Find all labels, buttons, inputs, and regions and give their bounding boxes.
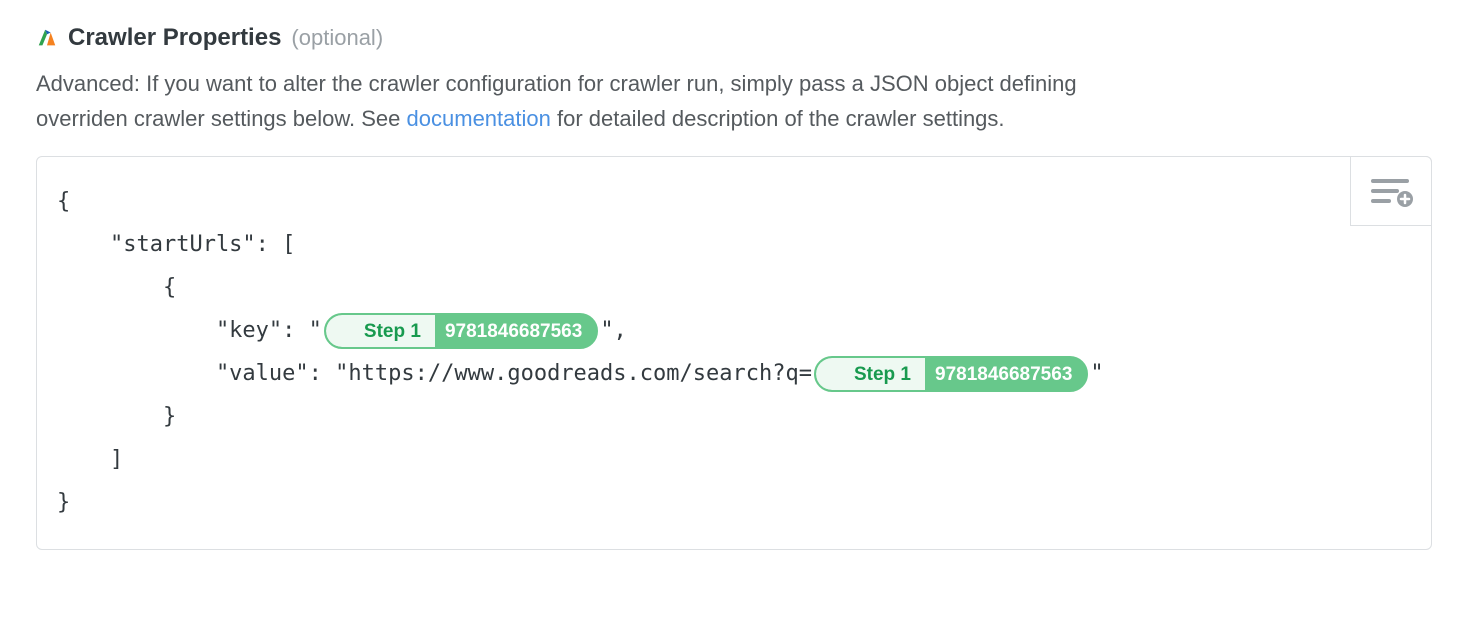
code-line: "key": " Step 1 9781846687563 ", [57,310,1411,353]
code-line: ] [57,439,1411,482]
variable-pill-value[interactable]: Step 1 9781846687563 [814,356,1088,392]
field-header: Crawler Properties (optional) [36,24,1432,52]
field-description: Advanced: If you want to alter the crawl… [36,66,1136,136]
field-optional-hint: (optional) [291,25,383,51]
variable-pill-key[interactable]: Step 1 9781846687563 [324,313,598,349]
code-line: { [57,267,1411,310]
pill-step-label: Step 1 [854,356,911,392]
pill-value: 9781846687563 [435,315,596,347]
code-line: { [57,181,1411,224]
field-title: Crawler Properties [68,24,281,52]
cube-icon [826,364,846,384]
code-line: } [57,396,1411,439]
apify-icon [36,27,58,49]
crawler-properties-editor[interactable]: { "startUrls": [ { "key": " Step 1 97818… [36,156,1432,549]
code-text: "key": " [57,310,322,353]
cube-icon [336,321,356,341]
code-line: } [57,482,1411,525]
pill-left: Step 1 [816,358,925,390]
code-line: "value": "https://www.goodreads.com/sear… [57,353,1411,396]
code-text: ", [600,310,627,353]
documentation-link[interactable]: documentation [407,106,551,131]
insert-variable-button[interactable] [1350,156,1432,226]
code-text: "value": "https://www.goodreads.com/sear… [57,353,812,396]
pill-value: 9781846687563 [925,358,1086,390]
pill-step-label: Step 1 [364,313,421,349]
code-line: "startUrls": [ [57,224,1411,267]
code-text: " [1090,353,1103,396]
description-suffix: for detailed description of the crawler … [551,106,1005,131]
pill-left: Step 1 [326,315,435,347]
